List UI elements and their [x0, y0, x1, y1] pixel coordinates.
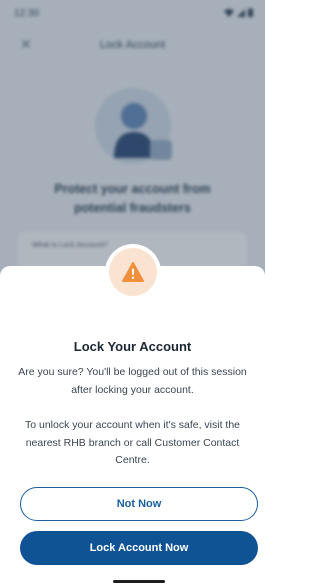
not-now-button[interactable]: Not Now: [20, 487, 258, 521]
warning-badge-inner: [109, 248, 157, 296]
home-indicator[interactable]: [113, 580, 165, 583]
confirm-message: Are you sure? You'll be logged out of th…: [18, 366, 247, 396]
lock-account-screen: 12:30 ✕ Lock Account Protect your accoun…: [0, 0, 265, 585]
lock-account-now-button[interactable]: Lock Account Now: [20, 531, 258, 565]
unlock-instructions: To unlock your account when it's safe, v…: [24, 419, 241, 466]
sheet-title: Lock Your Account: [73, 339, 192, 354]
warning-triangle-icon: [122, 262, 144, 282]
warning-badge: [105, 244, 161, 300]
